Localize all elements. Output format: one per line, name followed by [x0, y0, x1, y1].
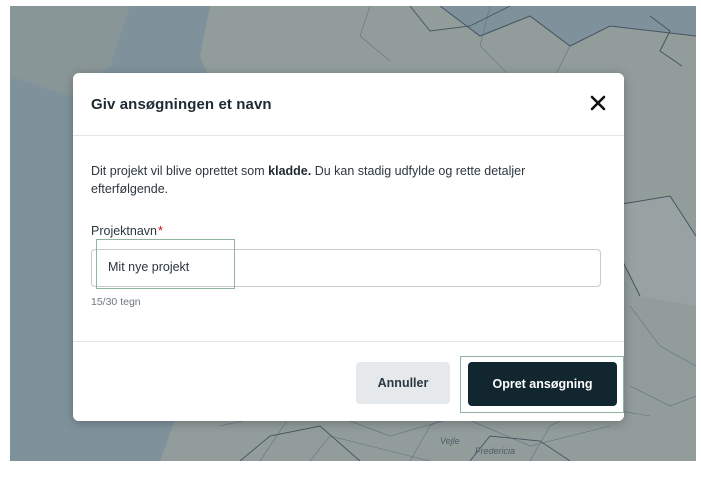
project-name-field[interactable] [91, 249, 601, 287]
cancel-button[interactable]: Annuller [356, 362, 450, 404]
dialog-body: Dit projekt vil blive oprettet som kladd… [73, 136, 624, 341]
dialog-description: Dit projekt vil blive oprettet som kladd… [91, 162, 591, 198]
map-background: Vejle Fredericia Giv ansøgningen et navn… [10, 6, 696, 461]
description-text: Dit projekt vil blive oprettet som [91, 164, 269, 178]
description-bold: kladde. [268, 164, 312, 178]
name-application-dialog: Giv ansøgningen et navn Dit projekt vil … [73, 73, 624, 421]
required-asterisk: * [158, 224, 163, 238]
close-icon [590, 95, 606, 111]
dialog-footer: Annuller Opret ansøgning [73, 341, 624, 421]
dialog-header: Giv ansøgningen et navn [73, 73, 624, 136]
project-name-input[interactable] [92, 250, 588, 284]
project-name-label: Projektnavn* [91, 224, 163, 238]
close-button[interactable] [584, 89, 612, 117]
project-name-label-text: Projektnavn [91, 224, 158, 238]
create-application-button[interactable]: Opret ansøgning [468, 362, 617, 406]
dialog-title: Giv ansøgningen et navn [91, 96, 272, 113]
character-counter: 15/30 tegn [91, 296, 141, 308]
